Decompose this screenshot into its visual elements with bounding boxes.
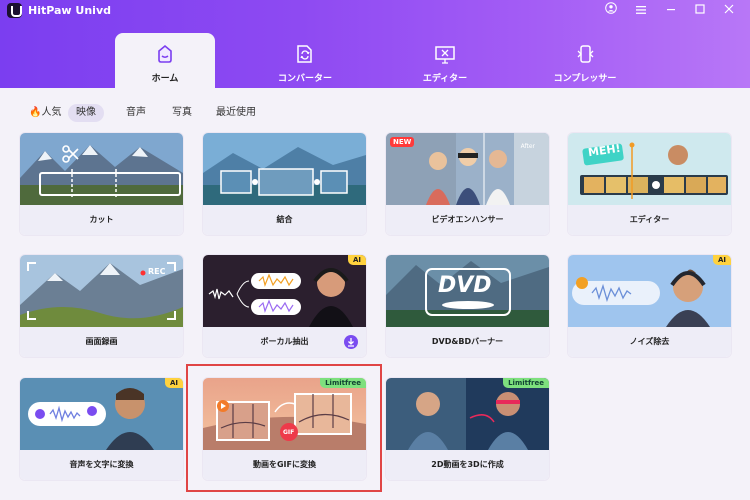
tab-editor[interactable]: エディター [395,33,495,88]
card-merge[interactable]: 結合 [203,133,366,235]
card-cut[interactable]: カット [20,133,183,235]
card-vocal-remover-label: ボーカル抽出 [203,327,366,357]
menu-icon[interactable] [632,2,650,20]
card-screen-recorder-label: 画面録画 [20,327,183,357]
card-video-enhancer-label: ビデオエンハンサー [386,205,549,235]
tab-converter[interactable]: コンバーター [255,33,355,88]
tab-home[interactable]: ホーム [115,33,215,88]
limitfree-badge: Limitfree [503,378,549,388]
card-2d-to-3d-label: 2D動画を3Dに作成 [386,450,549,480]
merge-thumbnail [203,133,366,205]
3d-thumbnail: Limitfree [386,378,549,450]
speech-thumbnail: AI [20,378,183,450]
card-editor[interactable]: MEH! エディター [568,133,731,235]
ai-badge: AI [164,378,183,388]
tab-home-label: ホーム [151,74,179,84]
category-photo[interactable]: 写真 [172,104,192,122]
close-icon[interactable] [720,2,738,20]
maximize-icon[interactable] [691,2,709,20]
card-video-enhancer[interactable]: NEW After ビデオエンハンサー [386,133,549,235]
tab-converter-label: コンバーター [277,74,332,84]
user-icon[interactable] [602,2,620,20]
minimize-icon[interactable] [662,2,680,20]
tab-editor-label: エディター [422,74,468,84]
home-icon [158,44,172,63]
new-badge: NEW [390,137,415,147]
tab-compressor[interactable]: コンプレッサー [535,33,635,88]
category-audio[interactable]: 音声 [126,104,146,122]
card-noise-remover[interactable]: AI ノイズ除去 [568,255,731,357]
recorder-thumbnail: REC [20,255,183,327]
enhancer-thumbnail: NEW After [386,133,549,205]
card-screen-recorder[interactable]: REC 画面録画 [20,255,183,357]
category-popular[interactable]: 🔥人気 [29,104,61,122]
after-label: After [520,143,535,150]
noise-thumbnail: AI [568,255,731,327]
category-recent[interactable]: 最近使用 [216,104,256,122]
card-dvd-burner[interactable]: DVD DVD&BDバーナー [386,255,549,357]
card-editor-label: エディター [568,205,731,235]
app-header: HitPaw Univd ホーム コンバーター エディター コンプレッサー [0,0,750,88]
dvd-logo-text: DVD [438,273,492,298]
card-2d-to-3d[interactable]: Limitfree 2D動画を3Dに作成 [386,378,549,480]
card-dvd-burner-label: DVD&BDバーナー [386,327,549,357]
tab-compressor-label: コンプレッサー [553,74,617,84]
card-speech-to-text[interactable]: AI 音声を文字に変換 [20,378,183,480]
editor-thumbnail: MEH! [568,133,731,205]
dvd-thumbnail: DVD [386,255,549,327]
editor-icon [435,46,455,64]
app-logo-icon [7,3,22,18]
vocal-thumbnail: AI [203,255,366,327]
selection-highlight [186,364,382,492]
converter-icon [297,45,312,63]
card-speech-to-text-label: 音声を文字に変換 [20,450,183,480]
card-cut-label: カット [20,205,183,235]
title-bar: HitPaw Univd [0,0,750,22]
card-noise-remover-label: ノイズ除去 [568,327,731,357]
category-video[interactable]: 映像 [68,104,104,122]
card-merge-label: 結合 [203,205,366,235]
app-title: HitPaw Univd [28,4,111,17]
download-icon[interactable] [344,335,358,349]
cut-thumbnail [20,133,183,205]
ai-badge: AI [712,255,731,265]
rec-label: REC [148,267,166,276]
compressor-icon [577,45,594,63]
card-vocal-remover[interactable]: AI ボーカル抽出 [203,255,366,357]
ai-badge: AI [347,255,366,265]
